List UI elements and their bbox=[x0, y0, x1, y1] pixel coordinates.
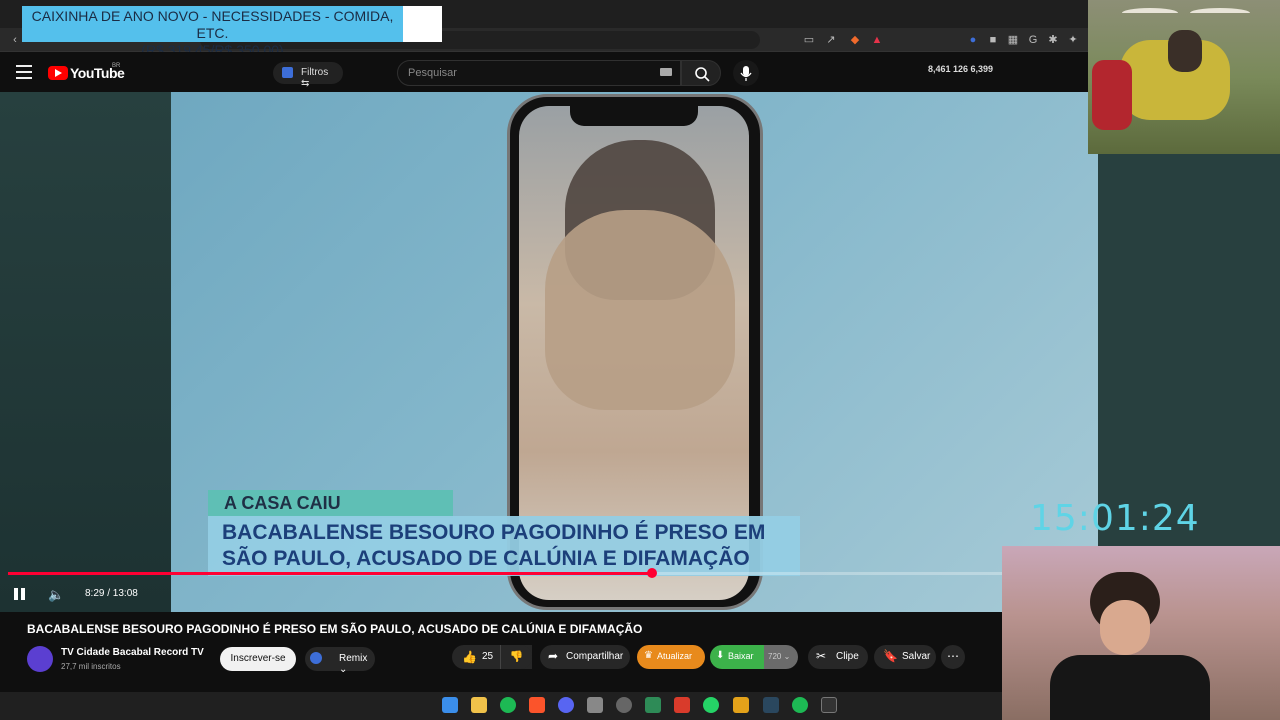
filters-label: Filtros bbox=[301, 67, 329, 78]
news-tag: A CASA CAIU bbox=[208, 490, 453, 518]
brave-rewards-icon[interactable]: ▲ bbox=[870, 33, 884, 47]
more-actions-button[interactable]: ⋯ bbox=[941, 645, 965, 669]
save-label: Salvar bbox=[902, 651, 931, 662]
clip-button[interactable]: ✂ Clipe bbox=[808, 645, 868, 669]
donation-goal-title: CAIXINHA DE ANO NOVO - NECESSIDADES - CO… bbox=[31, 8, 394, 41]
channel-subscribers: 27,7 mil inscritos bbox=[61, 662, 121, 671]
extension-icon[interactable]: ● bbox=[966, 33, 980, 47]
download-button[interactable]: ⬇ Baixar bbox=[710, 645, 764, 669]
scissors-icon: ✂ bbox=[816, 649, 827, 663]
google-icon[interactable]: G bbox=[1026, 33, 1040, 47]
menu-icon[interactable] bbox=[16, 65, 32, 79]
voice-search-button[interactable] bbox=[733, 60, 759, 86]
brave-icon[interactable] bbox=[674, 697, 690, 713]
keyboard-icon[interactable] bbox=[660, 68, 672, 76]
download-icon: ⬇ bbox=[716, 650, 725, 661]
progress-fill bbox=[8, 572, 652, 575]
thumbs-down-icon: 👎 bbox=[509, 651, 524, 663]
thumbs-up-icon: 👍 bbox=[462, 650, 477, 664]
windows-icon[interactable] bbox=[442, 697, 458, 713]
person-hand bbox=[545, 210, 735, 410]
cow-horn bbox=[1122, 8, 1178, 18]
video-letterbox-left bbox=[0, 92, 171, 612]
news-headline-line2: SÃO PAULO, ACUSADO DE CALÚNIA E DIFAMAÇÃ… bbox=[222, 547, 750, 570]
channel-name[interactable]: TV Cidade Bacabal Record TV bbox=[61, 647, 204, 658]
channel-avatar[interactable] bbox=[27, 646, 53, 672]
app-icon[interactable] bbox=[733, 697, 749, 713]
update-button[interactable]: ♛ Atualizar bbox=[637, 645, 705, 669]
news-headline: BACABALENSE BESOURO PAGODINHO É PRESO EM… bbox=[208, 516, 800, 576]
share-button[interactable]: ➦ Compartilhar bbox=[540, 645, 630, 669]
news-headline-line1: BACABALENSE BESOURO PAGODINHO É PRESO EM bbox=[222, 521, 766, 544]
subscribe-button[interactable]: Inscrever-se bbox=[220, 647, 296, 671]
whatsapp-icon[interactable] bbox=[703, 697, 719, 713]
search-button[interactable] bbox=[681, 60, 721, 86]
save-button[interactable]: 🔖 Salvar bbox=[874, 645, 936, 669]
spotify-icon[interactable] bbox=[792, 697, 808, 713]
more-icon: ⋯ bbox=[947, 649, 959, 663]
search-input[interactable]: Pesquisar bbox=[397, 60, 681, 86]
brave-icon[interactable] bbox=[529, 697, 545, 713]
puzzle-icon[interactable]: ✱ bbox=[1046, 33, 1060, 47]
crown-icon: ♛ bbox=[644, 650, 653, 661]
discord-icon[interactable] bbox=[558, 697, 574, 713]
quality-value: 720 bbox=[768, 652, 782, 661]
update-label: Atualizar bbox=[657, 651, 693, 661]
cast-icon[interactable]: ▭ bbox=[802, 33, 816, 47]
phone-notch bbox=[570, 106, 698, 126]
bookmark-icon[interactable]: ✦ bbox=[1066, 33, 1080, 47]
steam-icon[interactable] bbox=[763, 697, 779, 713]
share-icon: ➦ bbox=[548, 649, 559, 663]
streamer-shirt bbox=[1050, 655, 1210, 720]
pause-button[interactable] bbox=[14, 587, 28, 600]
progress-scrubber[interactable] bbox=[647, 568, 657, 578]
remix-icon bbox=[310, 652, 322, 664]
volume-icon[interactable]: 🔈 bbox=[48, 587, 64, 603]
spreadsheet-icon[interactable] bbox=[645, 697, 661, 713]
extension-icon[interactable]: ■ bbox=[986, 33, 1000, 47]
clip-label: Clipe bbox=[836, 651, 859, 662]
channel-stats: 8,461 126 6,399 bbox=[928, 64, 994, 74]
cow-head bbox=[1168, 30, 1202, 72]
video-title: BACABALENSE BESOURO PAGODINHO É PRESO EM… bbox=[27, 622, 643, 636]
spotify-icon[interactable] bbox=[500, 697, 516, 713]
dislike-button[interactable]: 👎 bbox=[500, 645, 532, 669]
extension-icon[interactable]: ▦ bbox=[1006, 33, 1020, 47]
like-count: 25 bbox=[482, 651, 494, 662]
cow-cape bbox=[1092, 60, 1132, 130]
share-page-icon[interactable]: ↗ bbox=[824, 33, 838, 47]
donation-goal-fill: CAIXINHA DE ANO NOVO - NECESSIDADES - CO… bbox=[22, 6, 403, 58]
microphone-icon bbox=[740, 66, 752, 81]
filter-extension-icon bbox=[282, 67, 293, 78]
brave-shield-icon[interactable]: ◆ bbox=[848, 33, 862, 47]
quality-select[interactable]: 720 ⌄ bbox=[764, 645, 798, 669]
calculator-icon[interactable] bbox=[587, 697, 603, 713]
back-icon[interactable]: ‹ bbox=[8, 33, 22, 47]
terminal-icon[interactable] bbox=[821, 697, 837, 713]
stream-clock: 15:01:24 bbox=[1030, 498, 1200, 539]
share-label: Compartilhar bbox=[566, 651, 624, 662]
cow-horn bbox=[1190, 8, 1250, 18]
video-letterbox-right bbox=[1098, 154, 1280, 546]
streamer-face bbox=[1100, 600, 1150, 655]
search-icon bbox=[695, 67, 710, 82]
remix-label: Remix bbox=[339, 653, 368, 664]
file-explorer-icon[interactable] bbox=[471, 697, 487, 713]
time-display: 8:29 / 13:08 bbox=[85, 588, 138, 599]
settings-icon[interactable] bbox=[616, 697, 632, 713]
bookmark-icon: 🔖 bbox=[883, 649, 898, 663]
region-label: BR bbox=[112, 63, 121, 69]
download-label: Baixar bbox=[728, 651, 754, 661]
play-icon bbox=[55, 69, 62, 77]
